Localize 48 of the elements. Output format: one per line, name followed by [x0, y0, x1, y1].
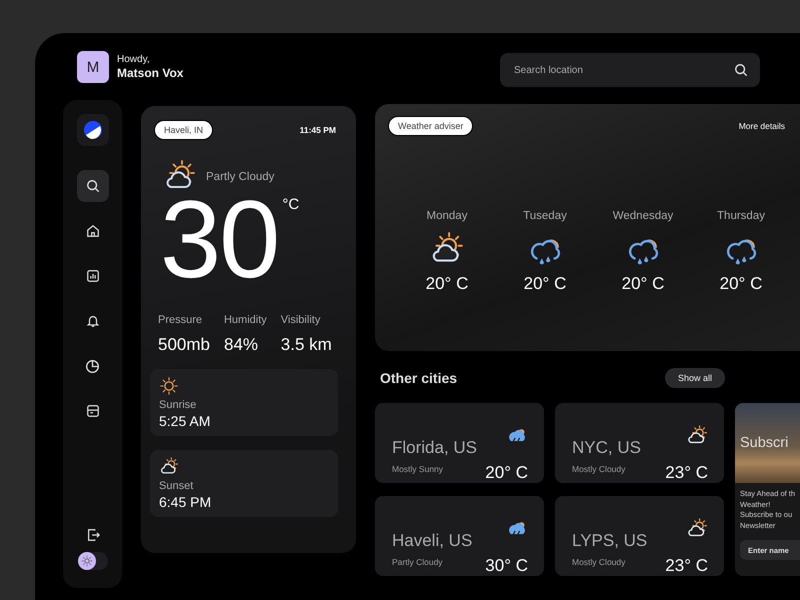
city-temperature: 23° C [665, 556, 708, 576]
day-label: Wednesday [612, 210, 674, 222]
city-name: LYPS, US [572, 530, 648, 550]
city-temperature: 20° C [485, 463, 528, 483]
search-field[interactable]: Search location [500, 53, 760, 87]
day-temperature: 20° C [720, 274, 762, 294]
avatar[interactable]: M [77, 51, 109, 83]
current-time: 11:45 PM [300, 125, 336, 135]
day-temperature: 20° C [524, 274, 566, 294]
city-name: NYC, US [572, 438, 642, 458]
stat-label: Visibility [280, 314, 322, 326]
user-name: Matson Vox [117, 66, 184, 80]
city-name: Haveli, US [392, 530, 474, 550]
temperature-value: 30 [160, 190, 278, 290]
event-time: 6:45 PM [159, 494, 212, 510]
event-time: 5:25 AM [159, 413, 212, 429]
stat-value: 84% [224, 335, 260, 355]
more-details-link[interactable]: More details [738, 121, 785, 131]
event-label: Sunset [159, 480, 194, 492]
city-condition: Mostly Cloudy [572, 464, 626, 476]
subscribe-title: Subscri [740, 435, 788, 451]
city-temperature: 23° C [665, 463, 708, 483]
adviser-badge: Weather adviser [388, 116, 474, 136]
stat-label: Humidity [224, 314, 267, 326]
stat-value: 3.5 km [280, 335, 332, 355]
city-condition: Mostly Cloudy [572, 556, 626, 569]
greeting: Howdy, [117, 54, 151, 65]
location-badge[interactable]: Haveli, IN [154, 120, 214, 140]
day-label: Thursday [717, 210, 765, 222]
city-temperature: 30° C [485, 556, 528, 576]
city-card[interactable]: Haveli, US Partly Cloudy 30° C [375, 496, 544, 576]
city-condition: Mostly Sunny [392, 464, 444, 476]
day-label: Tuseday [523, 210, 567, 222]
show-all-button[interactable]: Show all [664, 368, 725, 388]
day-temperature: 20° C [426, 274, 468, 294]
city-condition: Partly Cloudy [392, 556, 444, 569]
stat-value: 500mb [158, 335, 210, 355]
city-card[interactable]: NYC, US Mostly Cloudy 23° C [555, 403, 724, 483]
section-title: Other cities [380, 370, 458, 386]
temperature-unit: °C [282, 196, 300, 213]
stat-label: Pressure [158, 314, 204, 326]
city-name: Florida, US [392, 438, 478, 458]
day-temperature: 20° C [622, 274, 664, 294]
day-label: Monday [426, 210, 468, 222]
condition-label: Partly Cloudy [206, 171, 274, 183]
city-card[interactable]: Florida, US Mostly Sunny 20° C [375, 403, 544, 483]
city-card[interactable]: LYPS, US Mostly Cloudy 23° C [555, 496, 724, 576]
event-label: Sunrise [159, 399, 198, 411]
